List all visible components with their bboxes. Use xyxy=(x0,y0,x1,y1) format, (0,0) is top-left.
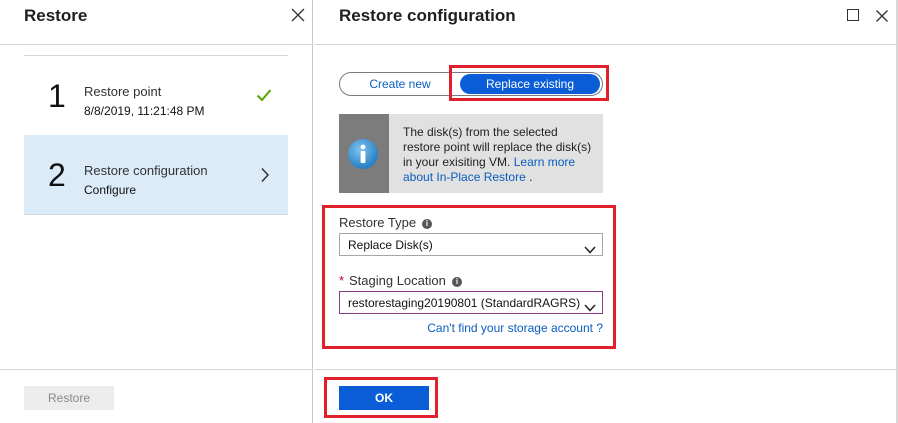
create-new-option[interactable]: Create new xyxy=(340,73,460,95)
info-trailing: . xyxy=(529,170,533,184)
chevron-down-icon xyxy=(584,241,596,254)
step-restore-point[interactable]: 1 Restore point 8/8/2019, 11:21:48 PM xyxy=(24,56,288,136)
step-title: Restore configuration xyxy=(84,163,208,178)
step-restore-configuration[interactable]: 2 Restore configuration Configure xyxy=(24,135,288,215)
restore-blade-title: Restore xyxy=(24,6,88,25)
info-icon-column xyxy=(339,114,389,193)
info-icon[interactable]: i xyxy=(452,277,462,287)
restore-type-dropdown[interactable]: Replace Disk(s) xyxy=(339,233,603,256)
checkmark-icon xyxy=(256,88,272,102)
step-subtitle: 8/8/2019, 11:21:48 PM xyxy=(84,104,205,118)
restore-type-value: Replace Disk(s) xyxy=(348,238,433,252)
staging-location-dropdown[interactable]: restorestaging20190801 (StandardRAGRS) xyxy=(339,291,603,314)
header-divider xyxy=(314,44,898,45)
restore-type-label: Restore Type xyxy=(339,215,417,230)
close-icon[interactable] xyxy=(289,6,307,24)
step-title: Restore point xyxy=(84,84,162,99)
step-number: 1 xyxy=(48,78,66,114)
step-subtitle: Configure xyxy=(84,183,137,197)
close-icon[interactable] xyxy=(875,9,889,23)
footer-divider xyxy=(0,369,313,370)
info-banner: The disk(s) from the selected restore po… xyxy=(339,114,603,193)
restore-configuration-title: Restore configuration xyxy=(339,6,516,25)
staging-location-value: restorestaging20190801 (StandardRAGRS) xyxy=(348,296,581,310)
footer-divider xyxy=(314,369,898,370)
info-icon xyxy=(347,138,379,170)
maximize-icon[interactable] xyxy=(847,9,859,21)
info-icon[interactable]: i xyxy=(422,219,432,229)
info-text: The disk(s) from the selected restore po… xyxy=(403,125,593,185)
step-number: 2 xyxy=(48,157,66,193)
required-marker: * xyxy=(339,273,345,288)
chevron-right-icon xyxy=(260,167,270,183)
header-divider xyxy=(0,44,313,45)
restore-button[interactable]: Restore xyxy=(24,386,114,410)
highlight-box xyxy=(449,65,609,101)
cant-find-storage-link[interactable]: Can't find your storage account ? xyxy=(339,321,603,335)
chevron-down-icon xyxy=(584,299,596,312)
staging-location-label: Staging Location xyxy=(349,273,446,288)
ok-button[interactable]: OK xyxy=(339,386,429,410)
